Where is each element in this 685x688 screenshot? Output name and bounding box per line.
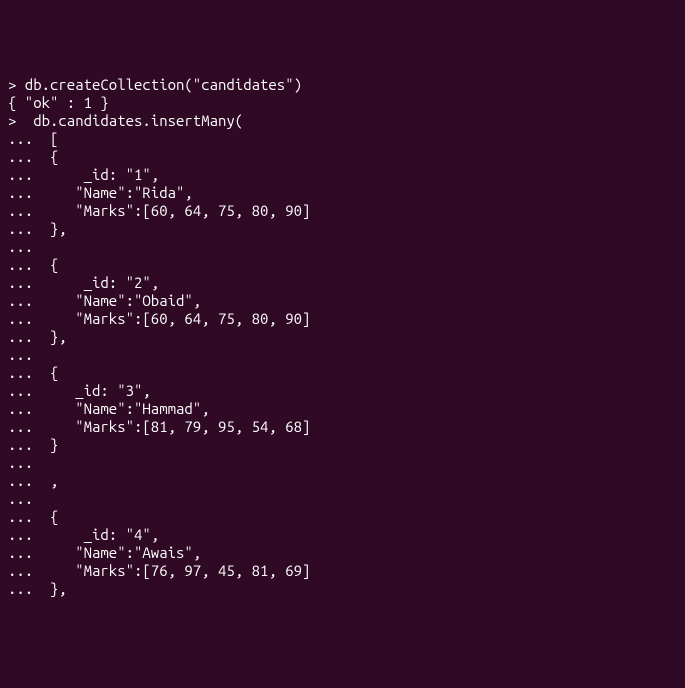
terminal-line: ... "Marks":[60, 64, 75, 80, 90] (8, 310, 677, 328)
terminal-line: ... }, (8, 328, 677, 346)
terminal-output[interactable]: > db.createCollection("candidates"){ "ok… (8, 76, 677, 598)
terminal-line: ... (8, 346, 677, 364)
terminal-line: ... }, (8, 220, 677, 238)
terminal-line: > db.candidates.insertMany( (8, 112, 677, 130)
terminal-line: ... [ (8, 130, 677, 148)
terminal-line: ... "Name":"Hammad", (8, 400, 677, 418)
terminal-line: ... "Name":"Awais", (8, 544, 677, 562)
terminal-line: ... (8, 238, 677, 256)
terminal-line: ... (8, 454, 677, 472)
terminal-line: ... _id: "2", (8, 274, 677, 292)
terminal-line: ... , (8, 472, 677, 490)
terminal-line: ... "Name":"Obaid", (8, 292, 677, 310)
terminal-line: ... { (8, 256, 677, 274)
terminal-line: ... "Marks":[60, 64, 75, 80, 90] (8, 202, 677, 220)
terminal-line: ... { (8, 148, 677, 166)
terminal-line: ... _id: "1", (8, 166, 677, 184)
terminal-line: ... { (8, 364, 677, 382)
terminal-line: { "ok" : 1 } (8, 94, 677, 112)
terminal-line: ... "Name":"Rida", (8, 184, 677, 202)
terminal-line: ... "Marks":[76, 97, 45, 81, 69] (8, 562, 677, 580)
terminal-line: > db.createCollection("candidates") (8, 76, 677, 94)
terminal-line: ... }, (8, 580, 677, 598)
terminal-line: ... (8, 490, 677, 508)
terminal-line: ... } (8, 436, 677, 454)
terminal-line: ... _id: "3", (8, 382, 677, 400)
terminal-line: ... "Marks":[81, 79, 95, 54, 68] (8, 418, 677, 436)
terminal-line: ... _id: "4", (8, 526, 677, 544)
